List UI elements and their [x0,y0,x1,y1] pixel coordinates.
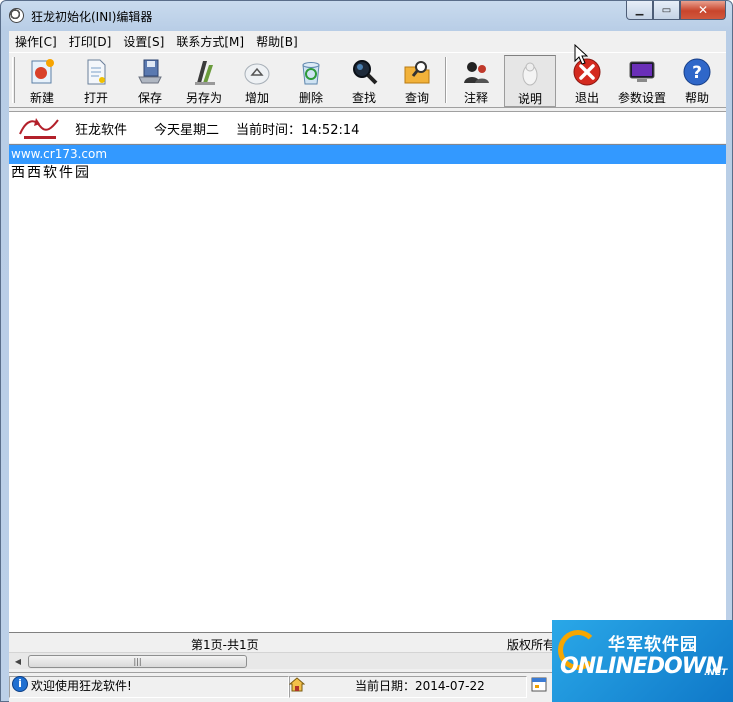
delete-button[interactable]: 删除 [285,55,337,107]
toolbar-grip[interactable] [12,57,15,103]
info-icon: i [12,676,28,692]
dragon-logo-icon [16,114,64,142]
status-welcome: 欢迎使用狂龙软件! [31,679,132,693]
add-recycle-icon [242,57,272,87]
title-bar[interactable]: 狂龙初始化(INI)编辑器 ▁ ▭ ✕ [1,1,732,31]
close-button[interactable]: ✕ [680,1,726,20]
help-question-icon: ? [682,57,712,87]
save-as-icon [189,57,219,87]
new-file-icon [27,57,57,87]
menu-contact[interactable]: 联系方式[M] [176,33,244,50]
menu-help[interactable]: 帮助[B] [256,33,298,50]
menu-print[interactable]: 打印[D] [69,33,112,50]
window-title: 狂龙初始化(INI)编辑器 [31,10,153,24]
save-button[interactable]: 保存 [124,55,176,107]
calendar-icon [531,676,547,692]
save-as-button[interactable]: 另存为 [178,55,230,107]
watermark-logo: 华军软件园 ONLINEDOWN .NET [552,620,733,702]
mouse-cursor-icon [574,44,588,65]
new-button[interactable]: 新建 [16,55,68,107]
list-item[interactable]: www.cr173.com [9,145,726,164]
menu-bar: 操作[C] 打印[D] 设置[S] 联系方式[M] 帮助[B] [9,31,726,51]
comment-button[interactable]: 注释 [450,55,502,107]
window-controls: ▁ ▭ ✕ [626,1,726,21]
svg-text:?: ? [692,63,702,83]
find-button[interactable]: 查找 [338,55,390,107]
time-label: 当前时间：14:52:14 [236,123,360,138]
delete-bin-icon [296,57,326,87]
explain-figure-icon [515,58,545,88]
maximize-button[interactable]: ▭ [653,1,680,20]
query-button[interactable]: 查询 [391,55,443,107]
list-item[interactable]: 西西软件园 [9,164,726,183]
client-area: 操作[C] 打印[D] 设置[S] 联系方式[M] 帮助[B] 新建 打开 保存… [9,31,726,702]
status-date: 当前日期：2014-07-22 [355,679,485,693]
minimize-button[interactable]: ▁ [626,1,653,20]
copyright-label: 版权所有 [507,638,556,652]
page-indicator: 第1页-共1页 [191,638,259,652]
brand-label: 狂龙软件 [75,123,128,138]
menu-settings[interactable]: 设置[S] [123,33,164,50]
app-window: 狂龙初始化(INI)编辑器 ▁ ▭ ✕ 操作[C] 打印[D] 设置[S] 联系… [0,0,733,702]
params-button[interactable]: 参数设置 [615,55,669,107]
save-disk-icon [135,57,165,87]
open-file-icon [81,57,111,87]
query-folder-icon [402,57,432,87]
monitor-settings-icon [627,57,657,87]
magnifier-icon [349,57,379,87]
weekday-label: 今天星期二 [154,123,220,138]
help-button[interactable]: ? 帮助 [671,55,723,107]
home-icon [288,676,306,692]
toolbar: 新建 打开 保存 另存为 增加 删除 查找 查询 注释 说明 退出 参数设置 ?… [9,52,726,108]
scrollbar-thumb[interactable]: ||| [28,655,247,668]
info-bar: 狂龙软件 今天星期二 当前时间：14:52:14 [9,111,726,143]
comment-people-icon [461,57,491,87]
open-button[interactable]: 打开 [70,55,122,107]
scroll-left-arrow-icon[interactable]: ◀ [10,654,26,669]
entry-list[interactable]: www.cr173.com 西西软件园 [9,144,726,632]
add-button[interactable]: 增加 [231,55,283,107]
menu-operate[interactable]: 操作[C] [15,33,57,50]
app-icon[interactable] [9,8,24,23]
explain-button[interactable]: 说明 [504,55,556,107]
toolbar-separator [445,57,447,103]
